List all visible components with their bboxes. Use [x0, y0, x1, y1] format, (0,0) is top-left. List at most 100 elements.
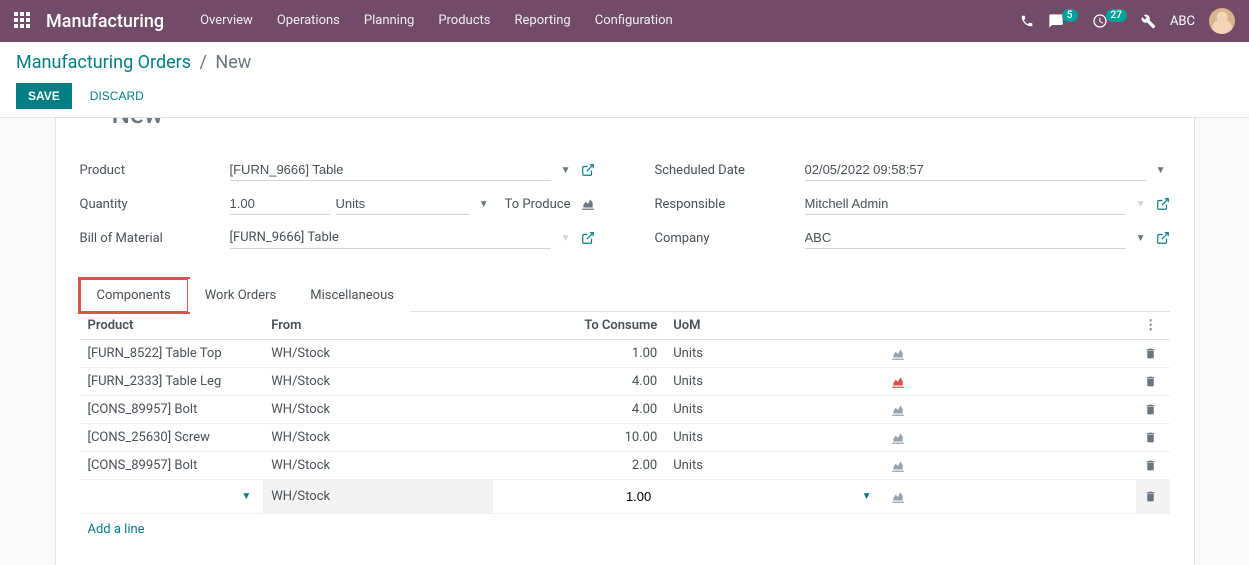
- cell-product[interactable]: [FURN_8522] Table Top: [80, 340, 264, 368]
- table-row[interactable]: [FURN_8522] Table TopWH/Stock1.00Units: [80, 340, 1170, 368]
- forecast-icon[interactable]: [891, 348, 1128, 360]
- cell-from[interactable]: WH/Stock: [263, 480, 493, 514]
- forecast-icon[interactable]: [891, 491, 1128, 503]
- trash-icon[interactable]: [1144, 490, 1161, 503]
- forecast-icon[interactable]: [891, 376, 1128, 388]
- label-scheduled-date: Scheduled Date: [655, 163, 805, 178]
- cell-to-consume[interactable]: [493, 480, 665, 514]
- trash-icon[interactable]: [1144, 347, 1161, 360]
- cell-uom[interactable]: Units: [665, 340, 883, 368]
- cell-from[interactable]: WH/Stock: [263, 424, 493, 452]
- cell-from[interactable]: WH/Stock: [263, 368, 493, 396]
- cell-uom[interactable]: Units: [665, 396, 883, 424]
- nav-reporting[interactable]: Reporting: [503, 0, 583, 42]
- table-row[interactable]: [CONS_25630] ScrewWH/Stock10.00Units: [80, 424, 1170, 452]
- trash-icon[interactable]: [1144, 375, 1161, 388]
- cell-product[interactable]: [FURN_2333] Table Leg: [80, 368, 264, 396]
- table-row-edit[interactable]: ▼ WH/Stock ▼: [80, 480, 1170, 514]
- cell-to-consume[interactable]: 1.00: [493, 340, 665, 368]
- nav-operations[interactable]: Operations: [265, 0, 352, 42]
- cell-uom[interactable]: Units: [665, 424, 883, 452]
- chevron-down-icon[interactable]: ▼: [858, 491, 876, 502]
- save-button[interactable]: Save: [16, 83, 72, 109]
- components-table: Product From To Consume UoM ⋮ [FURN_8522…: [80, 312, 1170, 514]
- cell-uom[interactable]: Units: [665, 452, 883, 480]
- table-row[interactable]: [CONS_89957] BoltWH/Stock4.00Units: [80, 396, 1170, 424]
- breadcrumb: Manufacturing Orders / New: [16, 52, 1233, 73]
- cell-delete: [1136, 480, 1169, 514]
- tabs: Components Work Orders Miscellaneous: [80, 278, 1170, 312]
- external-link-icon[interactable]: [1156, 197, 1170, 211]
- chevron-down-icon[interactable]: ▼: [237, 491, 255, 502]
- wrench-icon[interactable]: [1141, 14, 1156, 29]
- cell-to-consume[interactable]: 2.00: [493, 452, 665, 480]
- forecast-icon[interactable]: [891, 432, 1128, 444]
- external-link-icon[interactable]: [581, 231, 595, 245]
- breadcrumb-current: New: [215, 52, 251, 73]
- cell-product[interactable]: ▼: [80, 480, 264, 514]
- cell-delete: [1136, 452, 1169, 480]
- table-row[interactable]: [FURN_2333] Table LegWH/Stock4.00Units: [80, 368, 1170, 396]
- tab-miscellaneous[interactable]: Miscellaneous: [293, 279, 411, 312]
- cell-to-consume[interactable]: 4.00: [493, 396, 665, 424]
- chevron-down-icon[interactable]: ▼: [557, 165, 575, 176]
- nav-overview[interactable]: Overview: [188, 0, 265, 42]
- quantity-field[interactable]: [230, 193, 330, 215]
- brand[interactable]: Manufacturing: [46, 11, 164, 32]
- forecast-icon[interactable]: [891, 404, 1128, 416]
- label-bom: Bill of Material: [80, 231, 230, 246]
- table-row[interactable]: [CONS_89957] BoltWH/Stock2.00Units: [80, 452, 1170, 480]
- tab-work-orders[interactable]: Work Orders: [188, 279, 294, 312]
- activity-icon[interactable]: 27: [1092, 13, 1127, 29]
- trash-icon[interactable]: [1144, 403, 1161, 416]
- breadcrumb-root[interactable]: Manufacturing Orders: [16, 52, 191, 73]
- th-forecast: [883, 312, 1136, 340]
- messages-icon[interactable]: 5: [1048, 13, 1078, 29]
- nav-planning[interactable]: Planning: [352, 0, 426, 42]
- cell-from[interactable]: WH/Stock: [263, 396, 493, 424]
- responsible-field[interactable]: [805, 193, 1126, 215]
- chevron-down-icon[interactable]: ▼: [1152, 165, 1170, 176]
- scheduled-date-field[interactable]: [805, 159, 1146, 181]
- avatar[interactable]: [1209, 8, 1235, 34]
- bom-field[interactable]: [FURN_9666] Table: [230, 227, 551, 249]
- tab-components[interactable]: Components: [80, 279, 188, 312]
- cell-product[interactable]: [CONS_89957] Bolt: [80, 396, 264, 424]
- external-link-icon[interactable]: [1156, 231, 1170, 245]
- th-product: Product: [80, 312, 264, 340]
- chevron-down-icon[interactable]: ▼: [557, 233, 575, 244]
- record-title: New: [112, 118, 164, 126]
- discard-button[interactable]: Discard: [86, 83, 148, 109]
- company-field[interactable]: [805, 227, 1126, 249]
- chevron-down-icon[interactable]: ▼: [1132, 199, 1150, 210]
- cell-product[interactable]: [CONS_25630] Screw: [80, 424, 264, 452]
- chevron-down-icon[interactable]: ▼: [1132, 233, 1150, 244]
- external-link-icon[interactable]: [581, 163, 595, 177]
- cell-delete: [1136, 340, 1169, 368]
- table-options-icon[interactable]: ⋮: [1136, 312, 1169, 340]
- to-produce-label: To Produce: [505, 197, 571, 212]
- cell-delete: [1136, 424, 1169, 452]
- apps-icon[interactable]: [14, 12, 32, 30]
- forecast-icon[interactable]: [581, 198, 595, 210]
- add-line[interactable]: Add a line: [80, 514, 1170, 545]
- cell-uom[interactable]: ▼: [665, 480, 883, 514]
- cell-from[interactable]: WH/Stock: [263, 452, 493, 480]
- phone-icon[interactable]: [1020, 14, 1034, 28]
- cell-forecast: [883, 340, 1136, 368]
- product-field[interactable]: [230, 159, 551, 181]
- chevron-down-icon[interactable]: ▼: [475, 199, 493, 210]
- cell-to-consume[interactable]: 10.00: [493, 424, 665, 452]
- cell-to-consume[interactable]: 4.00: [493, 368, 665, 396]
- trash-icon[interactable]: [1144, 459, 1161, 472]
- user-name[interactable]: ABC: [1170, 14, 1195, 29]
- nav-configuration[interactable]: Configuration: [583, 0, 685, 42]
- forecast-icon[interactable]: [891, 460, 1128, 472]
- nav-products[interactable]: Products: [426, 0, 502, 42]
- uom-field[interactable]: [336, 193, 469, 215]
- cell-from[interactable]: WH/Stock: [263, 340, 493, 368]
- cell-product[interactable]: [CONS_89957] Bolt: [80, 452, 264, 480]
- to-consume-input[interactable]: [501, 486, 657, 507]
- trash-icon[interactable]: [1144, 431, 1161, 444]
- cell-uom[interactable]: Units: [665, 368, 883, 396]
